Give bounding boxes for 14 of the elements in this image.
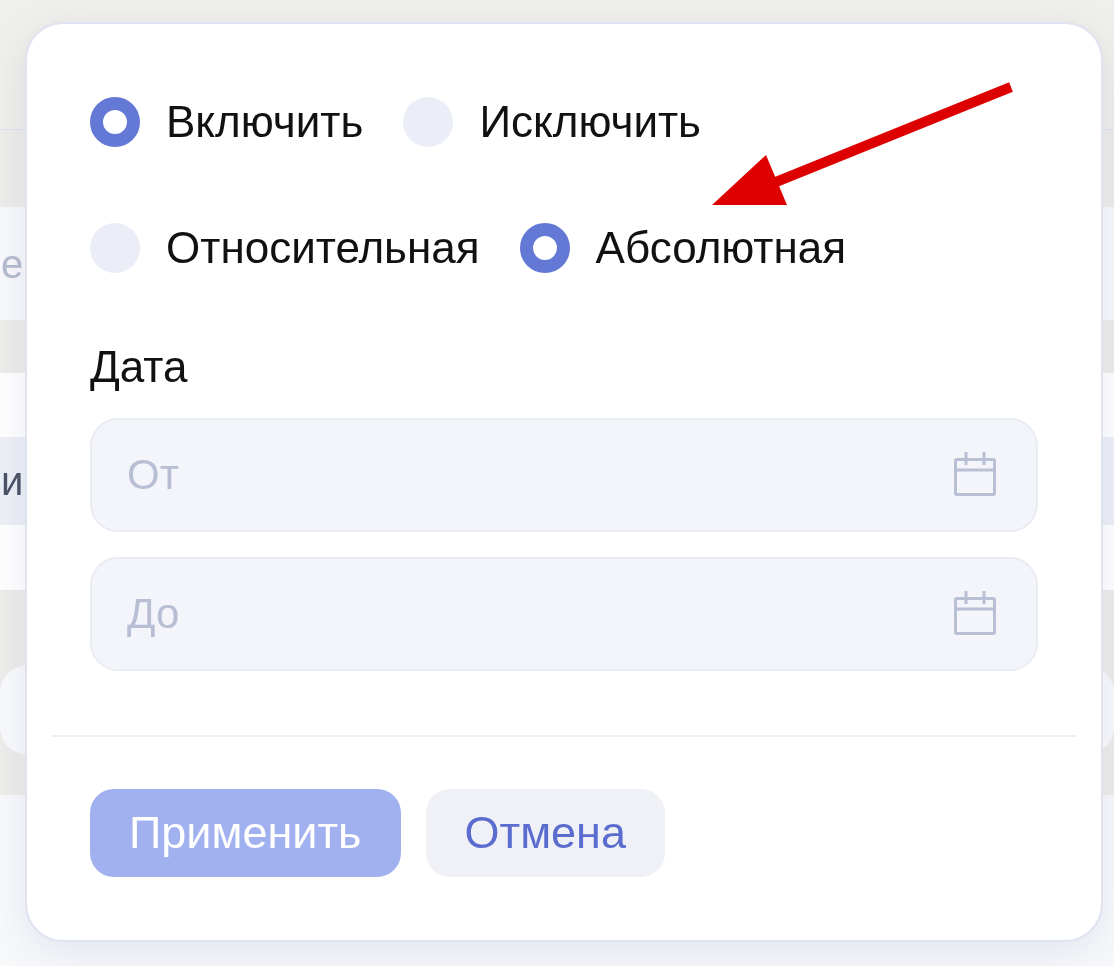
text-fragment: е xyxy=(1,240,24,287)
option-label[interactable]: Абсолютная xyxy=(595,223,847,273)
field-label: Дата xyxy=(90,343,188,391)
radio-button[interactable] xyxy=(519,223,570,273)
calendar-icon[interactable] xyxy=(954,591,996,635)
option-label[interactable]: Включить xyxy=(166,97,364,147)
text-fragment: и xyxy=(1,458,24,504)
radio-button[interactable] xyxy=(90,97,140,147)
cancel-button[interactable]: Отмена xyxy=(425,789,665,877)
option-label[interactable]: Относительная xyxy=(166,223,480,273)
date-field[interactable]: От xyxy=(90,418,1038,532)
calendar-icon[interactable] xyxy=(954,452,996,496)
date-field[interactable]: До xyxy=(90,557,1038,671)
option-label[interactable]: Исключить xyxy=(479,97,702,147)
